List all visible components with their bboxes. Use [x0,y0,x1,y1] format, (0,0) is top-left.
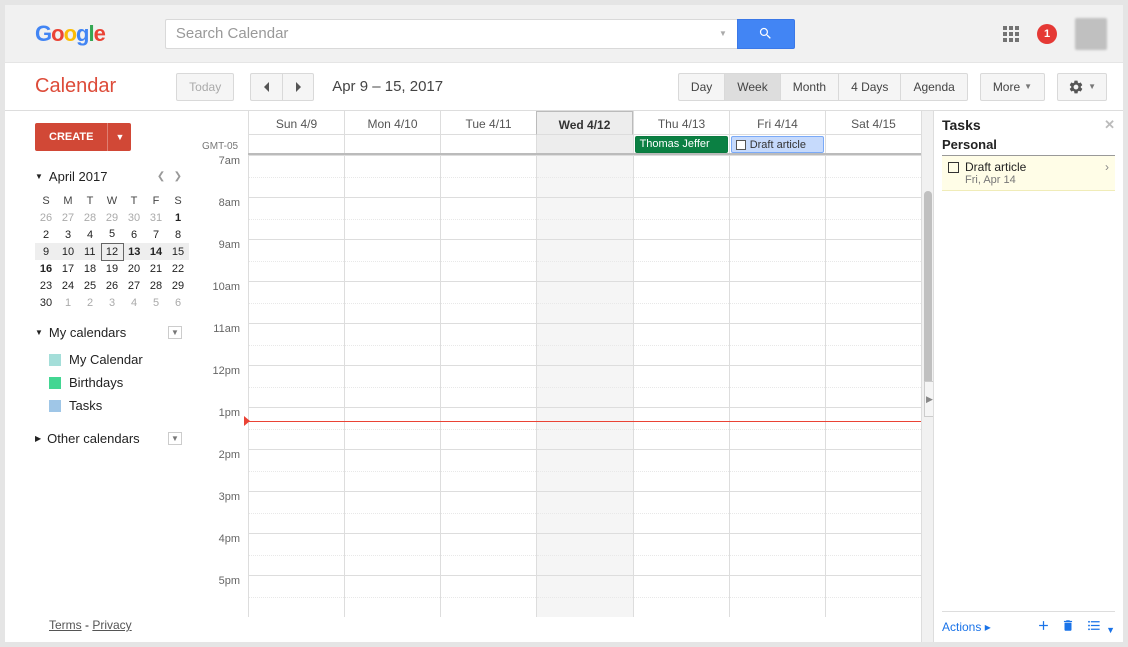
next-button[interactable] [282,73,314,101]
hour-label: 8am [190,197,248,239]
week-grid[interactable]: GMT-05 Sun 4/9Mon 4/10Tue 4/11Wed 4/12Th… [190,111,921,642]
calendar-color-swatch [49,400,61,412]
toolbar: Calendar Today Apr 9 – 15, 2017 DayWeekM… [5,63,1123,111]
other-calendars-menu-icon[interactable]: ▼ [168,432,182,445]
hour-label: 5pm [190,575,248,617]
allday-event[interactable]: Thomas Jeffer [635,136,728,153]
mini-next-icon[interactable]: ❯ [174,171,182,182]
view-agenda[interactable]: Agenda [900,73,967,101]
day-header[interactable]: Tue 4/11 [440,111,536,135]
day-header[interactable]: Wed 4/12 [536,111,633,135]
app-title: Calendar [35,75,116,98]
terms-link[interactable]: Terms [49,618,82,632]
mini-month-label: April 2017 [49,169,108,184]
today-button[interactable]: Today [176,73,234,101]
prev-button[interactable] [250,73,282,101]
day-header[interactable]: Sun 4/9 [248,111,344,135]
create-dropdown-icon[interactable]: ▼ [107,123,131,151]
day-header[interactable]: Mon 4/10 [344,111,440,135]
search-input[interactable]: Search Calendar ▼ [165,19,737,49]
hour-label: 1pm [190,407,248,449]
task-checkbox[interactable] [736,140,746,150]
calendar-item[interactable]: My Calendar [35,348,182,371]
calendar-color-swatch [49,354,61,366]
view-day[interactable]: Day [678,73,724,101]
sidebar: CREATE ▼ ▼ April 2017 ❮ ❯ SMTWTFS2627282… [5,111,190,642]
day-header[interactable]: Sat 4/15 [825,111,921,135]
calendar-color-swatch [49,377,61,389]
view-week[interactable]: Week [724,73,779,101]
header: Google Search Calendar ▼ 1 [5,5,1123,63]
other-calendars-header[interactable]: Other calendars [47,431,140,446]
task-item[interactable]: Draft articleFri, Apr 14› [942,156,1115,191]
hour-label: 4pm [190,533,248,575]
delete-task-icon[interactable] [1061,618,1075,636]
hour-label: 12pm [190,365,248,407]
search-button[interactable] [737,19,795,49]
google-logo[interactable]: Google [35,21,105,47]
hour-label: 9am [190,239,248,281]
view-4days[interactable]: 4 Days [838,73,900,101]
add-task-icon[interactable] [1036,618,1051,636]
tasks-title: Tasks [942,117,981,133]
date-range: Apr 9 – 15, 2017 [332,78,443,95]
task-checkbox[interactable] [948,162,959,173]
day-header[interactable]: Fri 4/14 [729,111,825,135]
hour-label: 3pm [190,491,248,533]
tasks-list-name[interactable]: Personal [942,137,1115,156]
timezone-label: GMT-05 [202,141,238,152]
my-calendars-menu-icon[interactable]: ▼ [168,326,182,339]
now-line [248,421,921,422]
caret-down-icon[interactable]: ▼ [35,172,43,181]
more-button[interactable]: More▼ [980,73,1045,101]
settings-button[interactable]: ▼ [1057,73,1107,101]
scrollbar[interactable]: ▶ [921,111,933,642]
tasks-actions-button[interactable]: Actions ▸ [942,620,991,634]
hour-label: 2pm [190,449,248,491]
account-avatar[interactable] [1075,18,1107,50]
view-month[interactable]: Month [780,73,838,101]
day-header[interactable]: Thu 4/13 [633,111,729,135]
tasks-panel: Tasks ✕ Personal Draft articleFri, Apr 14… [933,111,1123,642]
calendar-item[interactable]: Birthdays [35,371,182,394]
chevron-right-icon[interactable]: › [1105,160,1109,186]
mini-calendar[interactable]: SMTWTFS262728293031123456789101112131415… [35,192,189,311]
calendar-item[interactable]: Tasks [35,394,182,417]
close-icon[interactable]: ✕ [1104,117,1115,133]
search-options-caret-icon[interactable]: ▼ [719,29,727,38]
hour-label: 10am [190,281,248,323]
hour-label: 7am [190,155,248,197]
task-list-menu-icon[interactable]: ▼ [1085,618,1115,636]
privacy-link[interactable]: Privacy [92,618,131,632]
allday-event[interactable]: Draft article [731,136,824,153]
hour-label: 11am [190,323,248,365]
create-button[interactable]: CREATE ▼ [35,123,182,151]
mini-prev-icon[interactable]: ❮ [157,171,165,182]
apps-icon[interactable] [1003,26,1019,42]
my-calendars-header[interactable]: My calendars [49,325,126,340]
notifications-badge[interactable]: 1 [1037,24,1057,44]
